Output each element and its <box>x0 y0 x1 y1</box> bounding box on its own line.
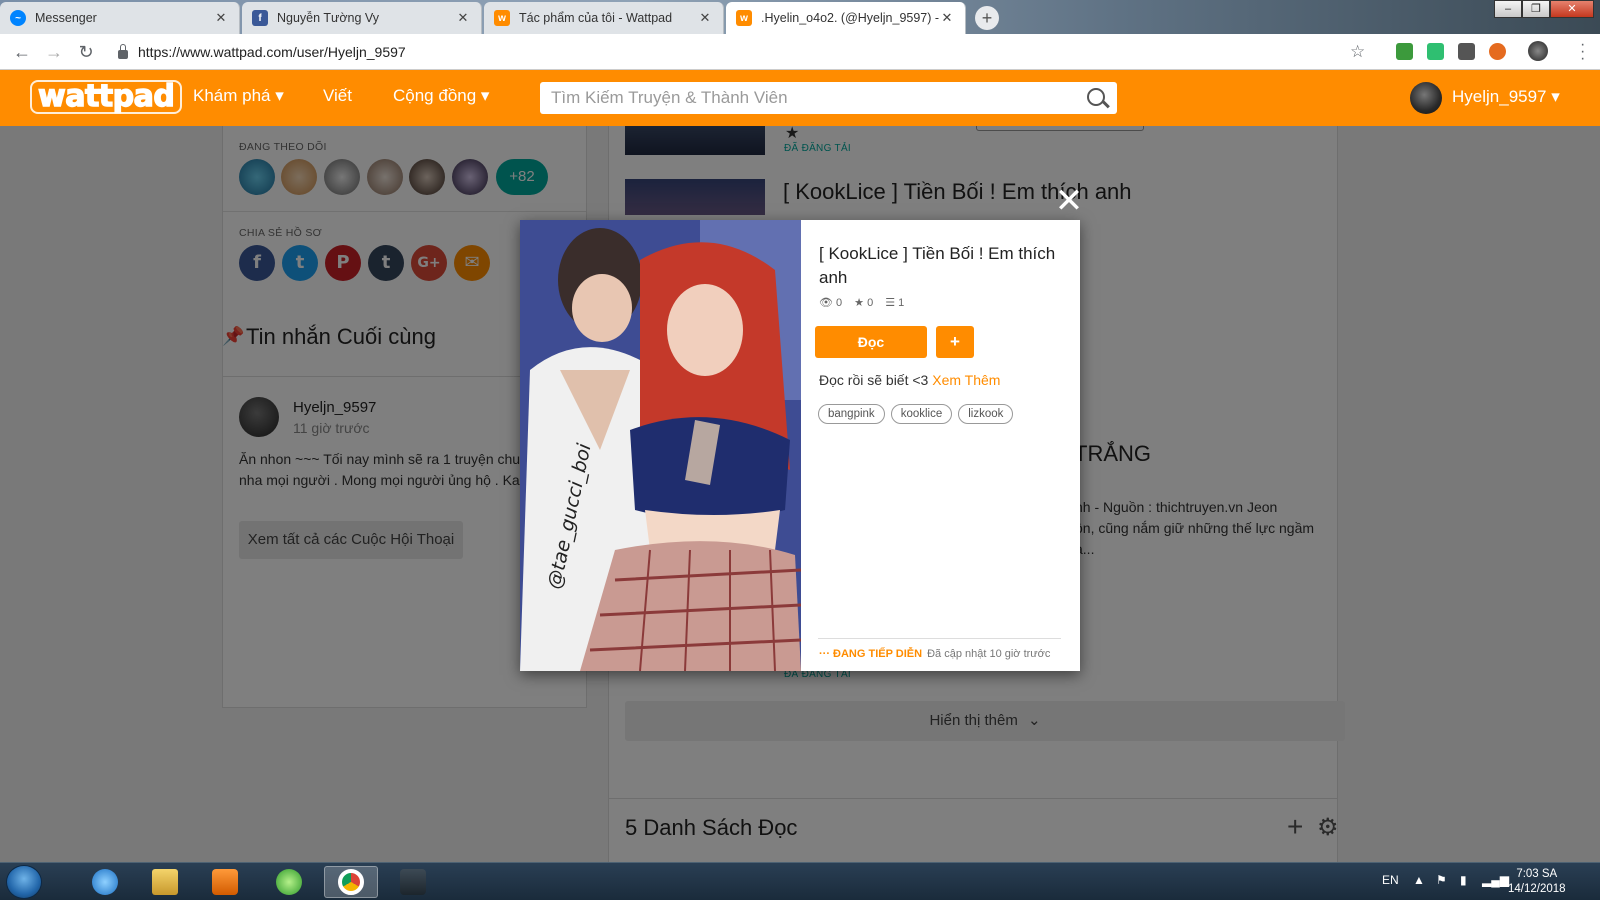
votes-stat: ★ 0 <box>854 296 873 309</box>
modal-close-icon[interactable]: ✕ <box>1054 184 1084 218</box>
story-status: ··· ĐANG TIẾP DIỄN Đã cập nhật 10 giờ trư… <box>819 648 1050 660</box>
read-button[interactable]: Đọc <box>815 326 927 358</box>
bookmark-star-icon[interactable]: ☆ <box>1350 42 1365 62</box>
tab-profile[interactable]: w .Hyelin_o4o2. (@Hyeljn_9597) - W ✕ <box>726 2 966 34</box>
media-player-icon <box>212 869 238 895</box>
tag-kooklice[interactable]: kooklice <box>890 404 953 424</box>
maximize-button[interactable]: ❐ <box>1522 0 1550 18</box>
reads-stat: 👁 0 <box>819 296 842 309</box>
tab-facebook[interactable]: f Nguyễn Tường Vy ✕ <box>242 2 482 34</box>
language-indicator[interactable]: EN <box>1382 873 1399 887</box>
tag-lizkook[interactable]: lizkook <box>958 404 1014 424</box>
story-cover-image[interactable]: @tae_gucci_boi <box>520 220 801 671</box>
list-icon: ☰ <box>885 297 896 309</box>
taskbar-media-player[interactable] <box>198 866 252 898</box>
flag-icon[interactable]: ⚑ <box>1436 873 1447 887</box>
tab-title: Nguyễn Tường Vy <box>277 11 380 25</box>
updated-time: Đã cập nhật 10 giờ trước <box>927 648 1051 660</box>
extension-icon[interactable] <box>1427 43 1444 60</box>
parts-count: 1 <box>898 297 905 309</box>
minimize-button[interactable]: – <box>1494 0 1522 18</box>
story-stats: 👁 0 ★ 0 ☰ 1 <box>819 296 904 309</box>
tab-my-works[interactable]: w Tác phẩm của tôi - Wattpad ✕ <box>484 2 724 34</box>
nox-icon <box>400 869 426 895</box>
taskbar-app-green[interactable] <box>262 866 316 898</box>
browser-tabstrip: ~ Messenger ✕ f Nguyễn Tường Vy ✕ w Tác … <box>0 0 1600 34</box>
votes-count: 0 <box>867 297 874 309</box>
signal-icon[interactable]: ▂▄▆ <box>1482 873 1509 887</box>
nav-write[interactable]: Viết <box>323 86 352 106</box>
search-box <box>540 82 1117 114</box>
star-icon: ★ <box>854 297 865 309</box>
battery-icon[interactable]: ▮ <box>1460 873 1467 887</box>
ellipsis-icon: ··· <box>819 648 834 660</box>
site-header: wattpad Khám phá ▾ Viết Cộng đồng ▾ Hyel… <box>0 70 1600 126</box>
wattpad-icon: w <box>494 10 510 26</box>
nav-community[interactable]: Cộng đồng ▾ <box>393 86 489 106</box>
tab-title: .Hyelin_o4o2. (@Hyeljn_9597) - W <box>761 11 939 25</box>
ongoing-status-text: ĐANG TIẾP DIỄN <box>833 648 923 660</box>
url-text: https://www.wattpad.com/user/Hyeljn_9597 <box>138 44 406 60</box>
user-avatar[interactable] <box>1410 82 1442 114</box>
window-close-button[interactable]: ✕ <box>1550 0 1594 18</box>
tab-close-icon[interactable]: ✕ <box>697 10 713 26</box>
taskbar-chrome[interactable] <box>324 866 378 898</box>
search-icon[interactable] <box>1087 88 1105 106</box>
window-controls: – ❐ ✕ <box>1494 0 1594 18</box>
divider <box>818 638 1061 639</box>
ongoing-status-badge: ··· ĐANG TIẾP DIỄN <box>819 648 922 660</box>
folder-icon <box>152 869 178 895</box>
tab-close-icon[interactable]: ✕ <box>939 10 955 26</box>
start-button[interactable] <box>6 865 42 899</box>
tab-close-icon[interactable]: ✕ <box>213 10 229 26</box>
green-app-icon <box>276 869 302 895</box>
tab-close-icon[interactable]: ✕ <box>455 10 471 26</box>
taskbar-file-explorer[interactable] <box>138 866 192 898</box>
add-to-list-button[interactable]: + <box>936 326 974 358</box>
wattpad-logo[interactable]: wattpad <box>30 80 183 114</box>
back-icon[interactable]: ← <box>12 42 32 62</box>
story-description-text: Đọc rồi sẽ biết <3 <box>819 372 933 388</box>
user-menu[interactable]: Hyeljn_9597 ▾ <box>1452 87 1560 107</box>
new-tab-button[interactable]: + <box>975 6 999 30</box>
parts-stat: ☰ 1 <box>885 296 904 309</box>
facebook-icon: f <box>252 10 268 26</box>
story-description: Đọc rồi sẽ biết <3 Xem Thêm <box>819 372 1000 388</box>
url-field[interactable]: https://www.wattpad.com/user/Hyeljn_9597 <box>118 41 406 63</box>
tab-title: Tác phẩm của tôi - Wattpad <box>519 11 673 25</box>
address-bar: ← → ↻ https://www.wattpad.com/user/Hyelj… <box>0 34 1600 70</box>
taskbar-nox[interactable] <box>386 866 440 898</box>
qr-code-icon[interactable] <box>1458 43 1475 60</box>
internet-explorer-icon <box>92 869 118 895</box>
clock-date: 14/12/2018 <box>1508 883 1566 895</box>
chrome-icon <box>338 869 364 895</box>
profile-avatar-icon[interactable] <box>1528 41 1548 61</box>
messenger-icon: ~ <box>10 10 26 26</box>
reload-icon[interactable]: ↻ <box>76 42 96 62</box>
story-preview-modal: @tae_gucci_boi [ KookLice ] Tiền Bối ! E… <box>520 220 1080 671</box>
clock-time: 7:03 SA <box>1516 868 1558 880</box>
reads-count: 0 <box>836 297 843 309</box>
windows-taskbar: EN ▲ ⚑ ▮ ▂▄▆ 7:03 SA 14/12/2018 <box>0 862 1600 900</box>
forward-icon[interactable]: → <box>44 42 64 62</box>
fox-extension-icon[interactable] <box>1489 43 1506 60</box>
modal-story-title[interactable]: [ KookLice ] Tiền Bối ! Em thích anh <box>819 242 1064 290</box>
avg-extension-icon[interactable] <box>1396 43 1413 60</box>
browser-menu-icon[interactable]: · · · <box>1580 37 1585 67</box>
tab-messenger[interactable]: ~ Messenger ✕ <box>0 2 240 34</box>
tag-bangpink[interactable]: bangpink <box>818 404 885 424</box>
lock-icon <box>118 43 128 59</box>
eye-icon: 👁 <box>819 297 833 309</box>
cover-illustration: @tae_gucci_boi <box>520 220 801 671</box>
story-tags: bangpink kooklice lizkook <box>818 404 1014 424</box>
tab-title: Messenger <box>35 11 97 25</box>
system-clock[interactable]: 7:03 SA 14/12/2018 <box>1508 867 1566 897</box>
tray-expand-icon[interactable]: ▲ <box>1413 873 1425 887</box>
wattpad-icon: w <box>736 10 752 26</box>
taskbar-internet-explorer[interactable] <box>78 866 132 898</box>
see-more-link[interactable]: Xem Thêm <box>932 372 1000 388</box>
nav-discover[interactable]: Khám phá ▾ <box>193 86 284 106</box>
search-input[interactable] <box>540 82 1060 114</box>
